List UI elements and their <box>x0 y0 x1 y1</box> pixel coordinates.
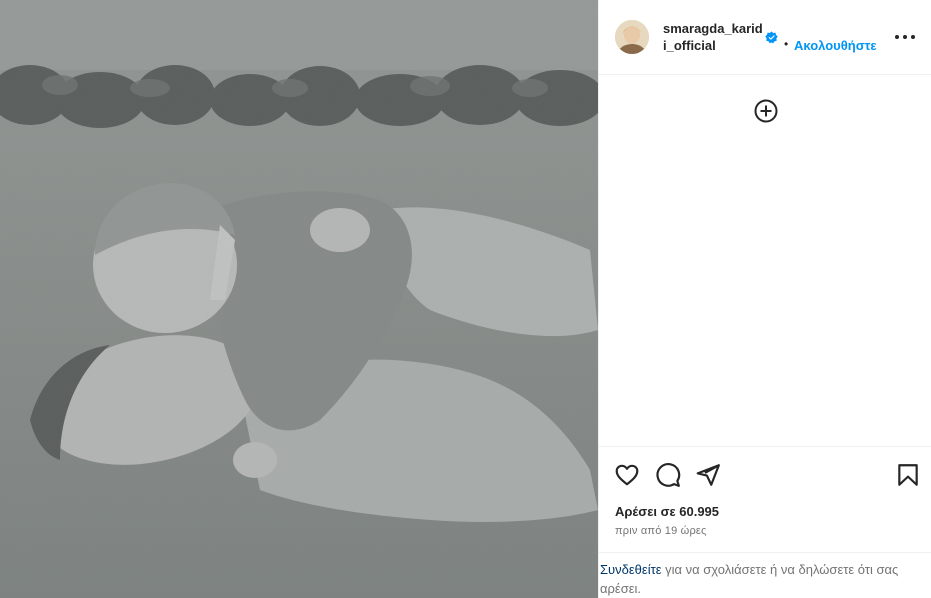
heart-icon[interactable] <box>614 462 640 488</box>
post-image[interactable] <box>0 0 598 598</box>
separator-dot: • <box>784 37 789 51</box>
more-options-icon[interactable] <box>893 27 917 47</box>
photo-illustration <box>0 0 598 598</box>
post-header: smaragda_karidi_official • Ακολουθήστε <box>599 0 931 75</box>
follow-button[interactable]: Ακολουθήστε <box>794 38 877 54</box>
post-actions: Αρέσει σε 60.995 πριν από 19 ώρες <box>599 446 931 552</box>
post-side-panel: smaragda_karidi_official • Ακολουθήστε Α… <box>598 0 931 598</box>
bookmark-icon[interactable] <box>895 462 921 488</box>
likes-count[interactable]: Αρέσει σε 60.995 <box>615 504 719 519</box>
login-prompt: Συνδεθείτε για να σχολιάσετε ή να δηλώσε… <box>599 552 931 598</box>
avatar[interactable] <box>615 20 649 54</box>
avatar-image <box>615 20 649 54</box>
username[interactable]: smaragda_karidi_official <box>663 20 763 54</box>
plus-circle-icon[interactable] <box>754 99 778 123</box>
post-timestamp[interactable]: πριν από 19 ώρες <box>615 525 707 537</box>
comment-bubble-icon[interactable] <box>655 462 681 488</box>
paper-plane-icon[interactable] <box>695 462 721 488</box>
login-link[interactable]: Συνδεθείτε <box>600 562 662 577</box>
verified-badge-icon <box>765 31 778 44</box>
